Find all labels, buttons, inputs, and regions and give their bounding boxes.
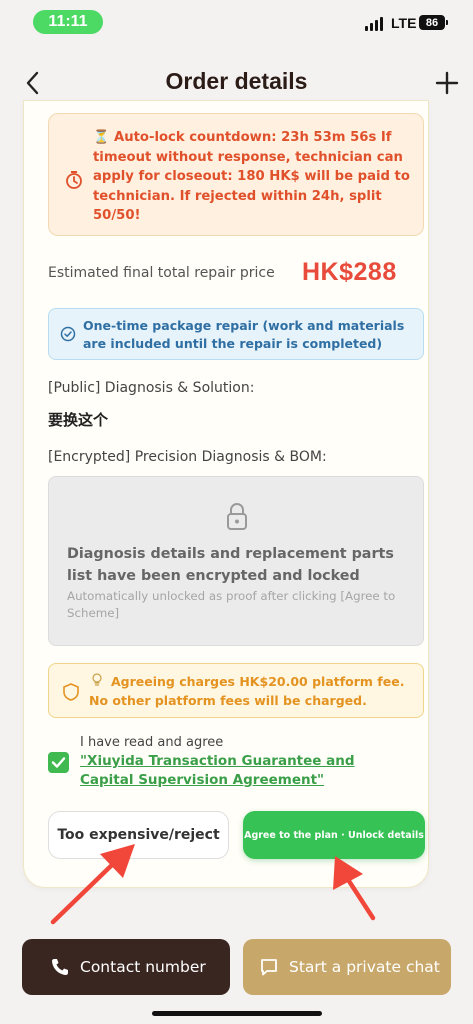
status-time: 11:11 <box>33 10 103 34</box>
platform-fee-box: Agreeing charges HK$20.00 platform fee. … <box>48 663 424 718</box>
lock-icon <box>227 503 247 530</box>
network-label: LTE <box>391 15 417 31</box>
price-value: HK$288 <box>302 258 397 286</box>
auto-lock-warning: ⏳ Auto-lock countdown: 23h 53m 56s If ti… <box>48 113 424 236</box>
check-circle-icon <box>60 326 76 342</box>
home-indicator <box>152 1011 322 1016</box>
chat-bubble-icon <box>261 959 277 976</box>
price-label: Estimated final total repair price <box>48 265 275 281</box>
locked-subtitle: Automatically unlocked as proof after cl… <box>67 589 396 620</box>
private-chat-button[interactable]: Start a private chat <box>243 939 451 995</box>
clock-icon <box>66 171 82 189</box>
public-diagnosis-text: 要换这个 <box>48 411 109 429</box>
agreement-checkbox[interactable] <box>48 752 69 773</box>
battery-icon: 86 <box>419 15 448 30</box>
private-chat-label: Start a private chat <box>289 958 440 976</box>
agreement-link[interactable]: "Xiuyida Transaction Guarantee and Capit… <box>80 752 410 790</box>
encrypted-diagnosis-box: Diagnosis details and replacement parts … <box>48 476 424 646</box>
public-diagnosis-label: [Public] Diagnosis & Solution: <box>48 380 255 396</box>
contact-number-label: Contact number <box>80 958 206 976</box>
phone-icon <box>52 959 68 975</box>
plus-icon[interactable] <box>434 70 460 96</box>
page-title: Order details <box>165 68 308 94</box>
checkmark-icon <box>51 757 66 768</box>
locked-title: Diagnosis details and replacement parts … <box>67 546 394 584</box>
status-bar: 11:11 LTE 86 <box>0 0 473 44</box>
auto-lock-text: ⏳ Auto-lock countdown: 23h 53m 56s If ti… <box>93 130 410 223</box>
annotation-arrow-right <box>333 856 376 921</box>
agreement-label: I have read and agree <box>80 735 224 750</box>
encrypted-diagnosis-label: [Encrypted] Precision Diagnosis & BOM: <box>48 449 327 465</box>
package-info-box: One-time package repair (work and materi… <box>48 308 424 360</box>
signal-icon <box>365 17 387 31</box>
annotation-arrow-left <box>50 844 135 925</box>
package-info-text: One-time package repair (work and materi… <box>83 318 405 351</box>
platform-fee-text: Agreeing charges HK$20.00 platform fee. … <box>89 674 405 708</box>
contact-number-button[interactable]: Contact number <box>22 939 230 995</box>
shield-icon <box>63 683 79 701</box>
